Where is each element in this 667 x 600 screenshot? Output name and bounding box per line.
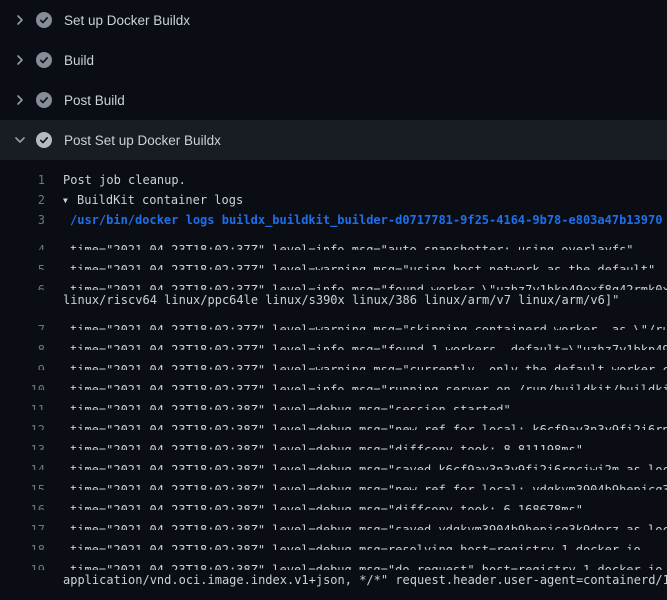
line-number[interactable]: 3	[0, 210, 45, 230]
log-row: 6 time="2021-04-23T18:02:37Z" level=info …	[0, 270, 667, 290]
wrapped-log-text: linux/riscv64 linux/ppc64le linux/s390x …	[63, 290, 619, 310]
step-build[interactable]: Build	[0, 40, 667, 80]
log-row: 18 time="2021-04-23T18:02:38Z" level=debu…	[0, 530, 667, 550]
line-number[interactable]: 17	[0, 520, 45, 530]
step-label: Post Set up Docker Buildx	[64, 133, 221, 148]
log-row: 15 time="2021-04-23T18:02:38Z" level=debu…	[0, 470, 667, 490]
log-row: application/vnd.oci.image.index.v1+json,…	[0, 570, 667, 590]
line-number[interactable]: 13	[0, 440, 45, 450]
line-number[interactable]: 9	[0, 360, 45, 370]
line-number[interactable]: 6	[0, 280, 45, 290]
log-row: 16 time="2021-04-23T18:02:38Z" level=debu…	[0, 490, 667, 510]
log-row: 5 time="2021-04-23T18:02:37Z" level=warni…	[0, 250, 667, 270]
log-row: 4 time="2021-04-23T18:02:37Z" level=info …	[0, 230, 667, 250]
step-label: Post Build	[64, 93, 125, 108]
line-number[interactable]: 1	[0, 170, 45, 190]
line-number[interactable]: 15	[0, 480, 45, 490]
step-label: Set up Docker Buildx	[64, 13, 190, 28]
line-number	[0, 570, 45, 590]
log-row: 13 time="2021-04-23T18:02:38Z" level=debu…	[0, 430, 667, 450]
log-row: 3/usr/bin/docker logs buildx_buildkit_bu…	[0, 210, 667, 230]
line-number[interactable]: 7	[0, 320, 45, 330]
line-number[interactable]: 8	[0, 340, 45, 350]
line-number[interactable]: 14	[0, 460, 45, 470]
chevron-right-icon[interactable]	[12, 52, 28, 68]
log-row: 9 time="2021-04-23T18:02:37Z" level=warni…	[0, 350, 667, 370]
chevron-right-icon[interactable]	[12, 92, 28, 108]
log-row: 11 time="2021-04-23T18:02:38Z" level=debu…	[0, 390, 667, 410]
line-number[interactable]: 4	[0, 240, 45, 250]
step-list: Set up Docker Buildx Build Post Build	[0, 0, 667, 160]
log-text: time="2021-04-23T18:02:38Z" level=debug …	[63, 420, 667, 430]
log-text: time="2021-04-23T18:02:37Z" level=info m…	[63, 380, 667, 390]
line-number[interactable]: 16	[0, 500, 45, 510]
log-text: time="2021-04-23T18:02:38Z" level=debug …	[63, 440, 583, 450]
log-row: 17 time="2021-04-23T18:02:38Z" level=debu…	[0, 510, 667, 530]
log-text: time="2021-04-23T18:02:37Z" level=warnin…	[63, 360, 667, 370]
actions-log-viewer: Set up Docker Buildx Build Post Build	[0, 0, 667, 600]
line-number[interactable]: 18	[0, 540, 45, 550]
command-text: /usr/bin/docker logs buildx_buildkit_bui…	[63, 210, 662, 230]
step-label: Build	[64, 53, 94, 68]
log-text: time="2021-04-23T18:02:38Z" level=debug …	[63, 460, 667, 470]
log-row: 1 Post job cleanup.	[0, 170, 667, 190]
line-number[interactable]: 10	[0, 380, 45, 390]
log-text: time="2021-04-23T18:02:37Z" level=warnin…	[63, 260, 655, 270]
group-header-text: ▼BuildKit container logs	[63, 190, 243, 210]
log-text: time="2021-04-23T18:02:38Z" level=debug …	[63, 560, 667, 570]
check-circle-icon	[36, 52, 52, 68]
log-text: time="2021-04-23T18:02:37Z" level=warnin…	[63, 320, 667, 330]
log-row: 12 time="2021-04-23T18:02:38Z" level=debu…	[0, 410, 667, 430]
log-row: 2 ▼BuildKit container logs	[0, 190, 667, 210]
line-number[interactable]: 5	[0, 260, 45, 270]
check-circle-icon	[36, 92, 52, 108]
log-text: Post job cleanup.	[63, 170, 186, 190]
line-number[interactable]: 11	[0, 400, 45, 410]
step-set-up-docker-buildx[interactable]: Set up Docker Buildx	[0, 0, 667, 40]
log-text: time="2021-04-23T18:02:38Z" level=debug …	[63, 540, 641, 550]
log-row: 20time="2021-04-23T18:02:38Z" level=debu…	[0, 590, 667, 600]
log-lines: 1 Post job cleanup. 2 ▼BuildKit container l…	[0, 160, 667, 600]
line-number[interactable]: 2	[0, 190, 45, 210]
log-row: 8 time="2021-04-23T18:02:37Z" level=info …	[0, 330, 667, 350]
log-text: time="2021-04-23T18:02:38Z" level=debug …	[63, 500, 583, 510]
log-row: 14 time="2021-04-23T18:02:38Z" level=debu…	[0, 450, 667, 470]
step-post-set-up-docker-buildx[interactable]: Post Set up Docker Buildx	[0, 120, 667, 160]
chevron-down-icon[interactable]	[12, 132, 28, 148]
step-post-build[interactable]: Post Build	[0, 80, 667, 120]
log-row: 10 time="2021-04-23T18:02:37Z" level=info…	[0, 370, 667, 390]
log-text: time="2021-04-23T18:02:38Z" level=debug …	[63, 520, 667, 530]
log-row: 19 time="2021-04-23T18:02:38Z" level=debu…	[0, 550, 667, 570]
log-text: time="2021-04-23T18:02:38Z" level=debug …	[63, 480, 667, 490]
log-text: time="2021-04-23T18:02:38Z" level=debug …	[63, 400, 511, 410]
log-text: time="2021-04-23T18:02:37Z" level=info m…	[63, 240, 634, 250]
log-text: time="2021-04-23T18:02:37Z" level=info m…	[63, 340, 667, 350]
check-circle-icon	[36, 12, 52, 28]
line-number[interactable]: 12	[0, 420, 45, 430]
wrapped-log-text: application/vnd.oci.image.index.v1+json,…	[63, 570, 667, 590]
check-circle-icon	[36, 132, 52, 148]
log-text: time="2021-04-23T18:02:37Z" level=info m…	[63, 280, 667, 290]
log-row: 7 time="2021-04-23T18:02:37Z" level=warni…	[0, 310, 667, 330]
line-number[interactable]: 19	[0, 560, 45, 570]
chevron-right-icon[interactable]	[12, 12, 28, 28]
group-toggle-triangle-icon[interactable]: ▼	[63, 191, 77, 210]
log-row: linux/riscv64 linux/ppc64le linux/s390x …	[0, 290, 667, 310]
line-number	[0, 290, 45, 310]
